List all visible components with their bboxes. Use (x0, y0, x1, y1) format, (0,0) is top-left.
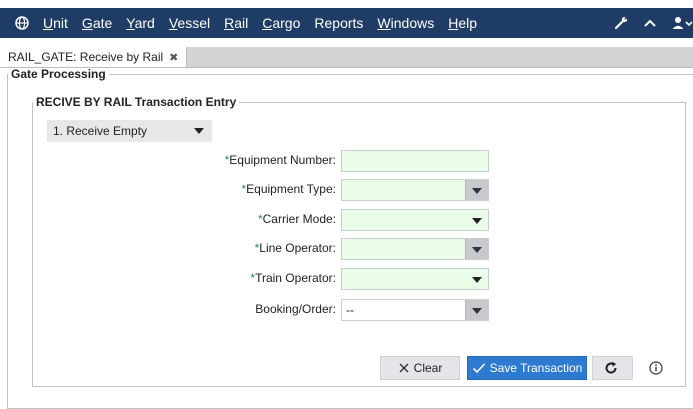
info-button[interactable] (646, 356, 670, 380)
clear-button-label: Clear (413, 361, 443, 375)
booking-order-label: Booking/Order: (255, 302, 336, 316)
chevron-down-icon (194, 128, 204, 134)
menu-yard-mnemonic: Y (126, 15, 135, 31)
menu-rail-mnemonic: R (224, 15, 235, 31)
user-icon[interactable] (671, 16, 693, 30)
train-operator-label: *Train Operator: (250, 271, 336, 285)
tab-strip: RAIL_GATE: Receive by Rail ✖ (0, 47, 693, 68)
menu-bar: Unit Gate Yard Vessel Rail Cargo Reports… (0, 8, 693, 38)
menu-cargo[interactable]: Cargo (262, 15, 300, 31)
menu-gate-rest: ate (92, 15, 113, 31)
menu-windows-mnemonic: W (377, 15, 391, 31)
close-x-icon (399, 363, 409, 373)
refresh-icon (605, 361, 617, 374)
save-transaction-button[interactable]: Save Transaction (467, 356, 587, 380)
menu-gate[interactable]: Gate (82, 15, 112, 31)
booking-order-dropdown-button[interactable] (465, 300, 488, 320)
menu-rail[interactable]: Rail (224, 15, 248, 31)
tab-label: RAIL_GATE: Receive by Rail (8, 50, 164, 64)
equipment-type-label-text: Equipment Type: (246, 182, 336, 196)
line-operator-label-text: Line Operator: (259, 241, 336, 255)
menu-vessel[interactable]: Vessel (169, 15, 210, 31)
transaction-type-value: 1. Receive Empty (53, 124, 148, 138)
menu-reports-label: Reports (314, 15, 364, 31)
menu-right-tools (599, 8, 693, 38)
chevron-up-icon[interactable] (643, 18, 657, 28)
menu-help-rest: elp (458, 15, 478, 31)
wrench-icon[interactable] (613, 16, 629, 30)
equipment-number-input[interactable] (341, 150, 489, 172)
booking-order-value: -- (346, 303, 354, 317)
equipment-type-combo[interactable] (341, 179, 489, 201)
clear-button[interactable]: Clear (380, 356, 460, 380)
booking-order-combo[interactable]: -- (341, 299, 489, 321)
menu-help[interactable]: Help (448, 15, 477, 31)
menu-windows-rest: indows (390, 15, 435, 31)
equipment-number-label-text: Equipment Number: (229, 153, 336, 167)
close-icon[interactable]: ✖ (169, 51, 178, 64)
line-operator-dropdown-button[interactable] (465, 239, 488, 259)
menu-unit-mnemonic: U (43, 15, 54, 31)
menu-help-mnemonic: H (448, 15, 459, 31)
equipment-type-label: *Equipment Type: (241, 182, 336, 196)
menu-yard-rest: ard (134, 15, 155, 31)
checkmark-icon (472, 363, 485, 374)
train-operator-label-text: Train Operator: (255, 271, 336, 285)
menu-vessel-rest: essel (177, 15, 211, 31)
menu-cargo-rest: argo (272, 15, 301, 31)
menu-unit-rest: nit (53, 15, 68, 31)
menu-rail-rest: ail (234, 15, 249, 31)
equipment-number-label: *Equipment Number: (225, 153, 336, 167)
transaction-entry-legend: RECIVE BY RAIL Transaction Entry (36, 95, 237, 109)
menu-reports[interactable]: Reports (314, 15, 363, 31)
refresh-button[interactable] (592, 356, 633, 380)
carrier-mode-select[interactable] (341, 209, 489, 231)
train-operator-select[interactable] (341, 268, 489, 290)
save-transaction-label: Save Transaction (489, 361, 583, 375)
menu-gate-mnemonic: G (81, 15, 93, 31)
equipment-type-dropdown-button[interactable] (465, 180, 488, 200)
menu-windows[interactable]: Windows (377, 15, 434, 31)
line-operator-combo[interactable] (341, 238, 489, 260)
menu-yard[interactable]: Yard (126, 15, 155, 31)
line-operator-label: *Line Operator: (255, 241, 336, 255)
menu-unit[interactable]: Unit (43, 15, 68, 31)
booking-order-label-text: Booking/Order: (255, 302, 336, 316)
gate-processing-legend: Gate Processing (11, 67, 106, 81)
tab-rail-gate[interactable]: RAIL_GATE: Receive by Rail ✖ (0, 47, 188, 67)
carrier-mode-label: *Carrier Mode: (258, 212, 336, 226)
globe-icon[interactable] (15, 16, 29, 30)
carrier-mode-label-text: Carrier Mode: (262, 212, 336, 226)
transaction-type-select[interactable]: 1. Receive Empty (47, 120, 212, 142)
menu-cargo-mnemonic: C (262, 15, 273, 31)
info-icon (649, 361, 663, 375)
